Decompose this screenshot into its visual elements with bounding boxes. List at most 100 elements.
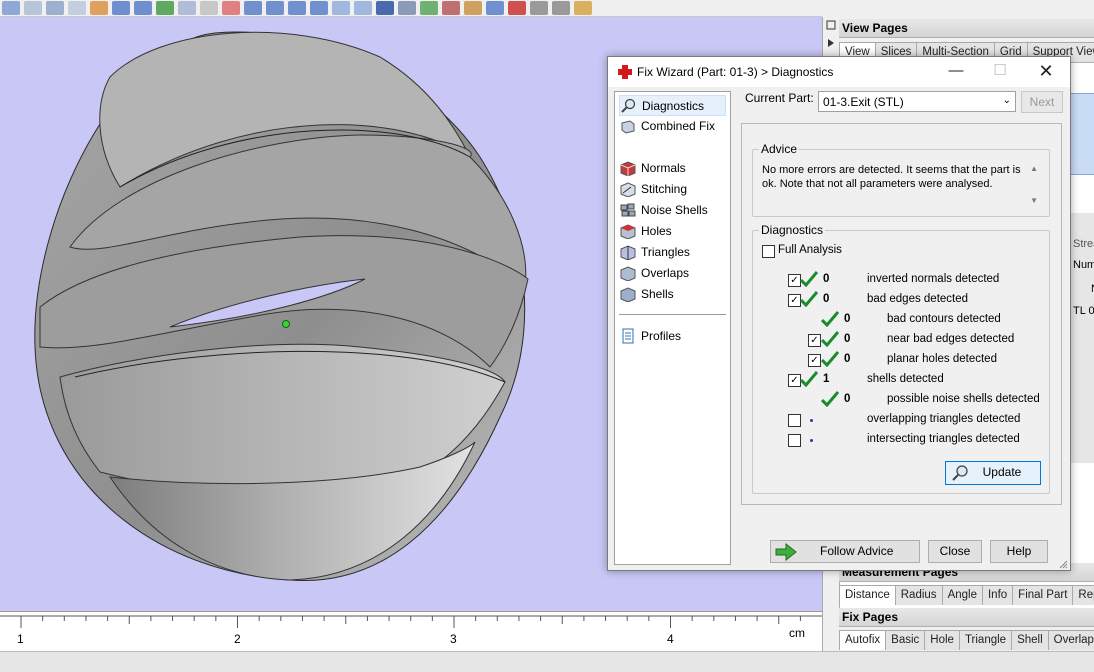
toolbar-save-icon[interactable] xyxy=(24,1,42,15)
diagnostic-label: intersecting triangles detected xyxy=(867,433,1020,445)
fix-pages-header: Fix Pages xyxy=(839,608,1094,627)
toolbar-tag-icon[interactable] xyxy=(574,1,592,15)
toolbar-cube-icon[interactable] xyxy=(112,1,130,15)
overlaps-cube-icon xyxy=(619,265,636,282)
nav-item-holes[interactable]: Holes xyxy=(619,221,672,240)
nav-item-label: Combined Fix xyxy=(641,118,716,133)
tab-basic[interactable]: Basic xyxy=(885,630,926,650)
tab-shell[interactable]: Shell xyxy=(1011,630,1049,650)
help-button[interactable]: Help xyxy=(990,540,1048,563)
toolbar-layer-icon[interactable] xyxy=(398,1,416,15)
scroll-down-icon[interactable]: ▼ xyxy=(1030,196,1038,205)
tab-triangle[interactable]: Triangle xyxy=(958,630,1013,650)
toolbar-tool-icon[interactable] xyxy=(464,1,482,15)
current-part-select[interactable]: 01-3.Exit (STL) ⌄ xyxy=(818,91,1016,112)
tab-info[interactable]: Info xyxy=(981,585,1014,605)
tab-radius[interactable]: Radius xyxy=(894,585,943,605)
tab-report[interactable]: Repo xyxy=(1072,585,1094,605)
close-button[interactable]: Close xyxy=(928,540,982,563)
main-toolbar xyxy=(0,0,822,17)
update-button[interactable]: Update xyxy=(945,461,1041,485)
noise-shells-icon xyxy=(619,202,636,218)
toolbar-view-icon[interactable] xyxy=(266,1,284,15)
tab-autofix[interactable]: Autofix xyxy=(839,630,887,650)
toolbar-zoom-icon[interactable] xyxy=(178,1,196,15)
toolbar-hand-icon[interactable] xyxy=(90,1,108,15)
nav-item-diagnostics[interactable]: Diagnostics xyxy=(619,95,726,116)
toolbar-measure-icon[interactable] xyxy=(420,1,438,15)
diagnostic-checkbox[interactable]: ✓ xyxy=(808,354,821,367)
diagnostic-label: bad edges detected xyxy=(867,293,969,305)
magnifier-icon xyxy=(620,98,637,114)
tab-distance[interactable]: Distance xyxy=(839,585,896,605)
tab-overlap[interactable]: Overlap xyxy=(1047,630,1094,650)
stitching-cube-icon xyxy=(619,181,636,198)
diagnostic-label: overlapping triangles detected xyxy=(867,413,1021,425)
ruler-tick-label: 4 xyxy=(667,632,674,646)
toolbar-cube-icon[interactable] xyxy=(486,1,504,15)
diagnostic-count: 1 xyxy=(823,373,830,385)
triangles-cube-icon xyxy=(619,244,636,261)
stream-label: Strea xyxy=(1073,238,1094,250)
nav-separator xyxy=(619,314,726,315)
toolbar-rotate-icon[interactable] xyxy=(354,1,372,15)
diagnostics-panel: Advice No more errors are detected. It s… xyxy=(741,123,1062,505)
nav-item-combined-fix[interactable]: Combined Fix xyxy=(619,116,715,135)
minimize-button[interactable]: — xyxy=(934,57,978,87)
full-analysis-checkbox[interactable] xyxy=(762,245,775,258)
scroll-up-icon[interactable]: ▲ xyxy=(1030,164,1038,173)
toolbar-tool-icon[interactable] xyxy=(200,1,218,15)
green-check-icon xyxy=(820,311,840,328)
profiles-document-icon xyxy=(619,328,636,344)
nav-item-overlaps[interactable]: Overlaps xyxy=(619,263,689,282)
diagnostic-count: 0 xyxy=(844,333,851,345)
fix-pages-tabs: Autofix Basic Hole Triangle Shell Overla… xyxy=(839,630,1094,650)
toolbar-cube-icon[interactable] xyxy=(134,1,152,15)
toolbar-fix-icon[interactable] xyxy=(442,1,460,15)
dialog-titlebar[interactable]: Fix Wizard (Part: 01-3) > Diagnostics — … xyxy=(608,57,1070,87)
toolbar-wizard-icon[interactable] xyxy=(508,1,526,15)
toolbar-list-icon[interactable] xyxy=(46,1,64,15)
toolbar-view-icon[interactable] xyxy=(310,1,328,15)
fix-wizard-dialog: Fix Wizard (Part: 01-3) > Diagnostics — … xyxy=(607,56,1071,571)
view-pages-header: View Pages xyxy=(839,19,1094,38)
nav-item-normals[interactable]: Normals xyxy=(619,158,686,177)
resize-grip-icon[interactable] xyxy=(1058,558,1068,569)
toolbar-view-icon[interactable] xyxy=(288,1,306,15)
view-cube-icon[interactable] xyxy=(1070,93,1094,175)
toolbar-tool-icon[interactable] xyxy=(222,1,240,15)
toolbar-gear-icon[interactable] xyxy=(530,1,548,15)
toolbar-view-icon[interactable] xyxy=(244,1,262,15)
diagnostic-checkbox[interactable] xyxy=(788,434,801,447)
toolbar-doc-icon[interactable] xyxy=(68,1,86,15)
diagnostic-checkbox[interactable]: ✓ xyxy=(808,334,821,347)
toolbar-open-icon[interactable] xyxy=(2,1,20,15)
chevron-down-icon: ⌄ xyxy=(1002,95,1011,106)
tab-angle[interactable]: Angle xyxy=(941,585,983,605)
toolbar-rotate-icon[interactable] xyxy=(332,1,350,15)
nav-item-label: Triangles xyxy=(641,244,690,259)
nav-item-noise-shells[interactable]: Noise Shells xyxy=(619,200,708,219)
toolbar-mark-icon[interactable] xyxy=(156,1,174,15)
nav-item-triangles[interactable]: Triangles xyxy=(619,242,690,261)
next-button[interactable]: Next xyxy=(1021,91,1063,113)
toolbar-save-icon[interactable] xyxy=(376,1,394,15)
follow-advice-button[interactable]: Follow Advice xyxy=(770,540,920,563)
selection-marker xyxy=(282,320,290,328)
follow-advice-label: Follow Advice xyxy=(820,544,894,558)
nav-item-stitching[interactable]: Stitching xyxy=(619,179,687,198)
ruler-unit: cm xyxy=(789,626,805,640)
nav-item-profiles[interactable]: Profiles xyxy=(619,326,681,345)
advice-textbox[interactable]: No more errors are detected. It seems th… xyxy=(758,162,1042,210)
pin-icon[interactable] xyxy=(825,19,837,49)
nav-item-shells[interactable]: Shells xyxy=(619,284,674,303)
close-window-button[interactable]: ✕ xyxy=(1024,57,1068,87)
diagnostic-checkbox[interactable] xyxy=(788,414,801,427)
ruler-tick-label: 2 xyxy=(234,632,241,646)
green-check-icon xyxy=(799,371,819,388)
toolbar-gear-icon[interactable] xyxy=(552,1,570,15)
tab-final-part[interactable]: Final Part xyxy=(1012,585,1074,605)
diagnostic-count: 0 xyxy=(823,273,830,285)
tab-hole[interactable]: Hole xyxy=(924,630,960,650)
dialog-title: Fix Wizard (Part: 01-3) > Diagnostics xyxy=(637,65,834,79)
